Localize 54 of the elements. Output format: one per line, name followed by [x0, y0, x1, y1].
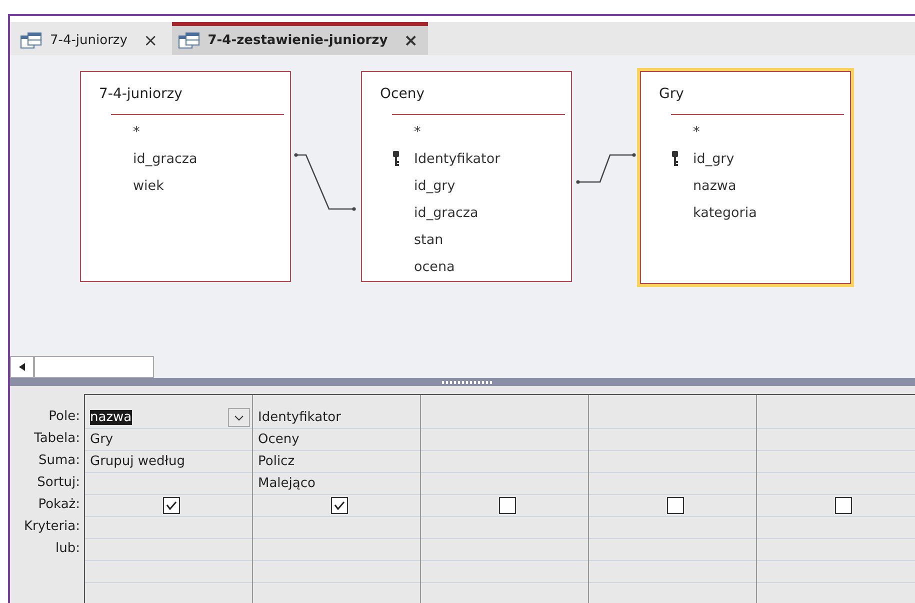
table-title: Gry: [658, 85, 685, 102]
show-checkbox[interactable]: [666, 497, 684, 514]
show-checkbox[interactable]: [162, 497, 180, 514]
field-name[interactable]: *: [693, 124, 700, 140]
field-name[interactable]: kategoria: [693, 204, 757, 221]
key-icon: [392, 151, 400, 166]
checkmark-icon: [334, 501, 344, 510]
checkmark-icon: [166, 501, 176, 510]
table-card[interactable]: Oceny * Identyfikator id_gry id_gracza stan ocena: [361, 71, 572, 282]
field-name[interactable]: id_gracza: [414, 204, 478, 221]
row-label: lub:: [56, 540, 80, 558]
table-card[interactable]: Gry * id_gry nazwa kategoria: [640, 71, 851, 284]
scroll-left-button[interactable]: [10, 356, 34, 378]
field-name[interactable]: id_gry: [414, 178, 456, 194]
table-card[interactable]: 7-4-juniorzy * id_gracza wiek: [80, 71, 291, 282]
row-label: Tabela:: [34, 430, 80, 448]
show-checkbox[interactable]: [834, 497, 852, 514]
field-name[interactable]: stan: [414, 232, 444, 248]
table-icon: [178, 32, 200, 50]
key-icon: [671, 151, 679, 166]
close-icon[interactable]: ×: [143, 30, 158, 51]
table-icon: [20, 32, 42, 50]
table-title: Oceny: [379, 85, 426, 102]
row-label: Pole:: [48, 408, 80, 426]
left-arrow-icon: [19, 363, 25, 372]
document-tab[interactable]: 7-4-zestawienie-juniorzy ×: [172, 22, 428, 56]
row-label: Sortuj:: [37, 474, 80, 492]
show-checkbox[interactable]: [498, 497, 516, 514]
row-label: Suma:: [38, 452, 80, 470]
show-checkbox[interactable]: [330, 497, 348, 514]
grid-cell[interactable]: Identyfikator: [253, 407, 420, 430]
grid-cell[interactable]: Policz: [253, 451, 420, 474]
field-name[interactable]: id_gracza: [133, 150, 198, 167]
document-tab[interactable]: 7-4-juniorzy ×: [14, 22, 168, 56]
field-name[interactable]: Identyfikator: [414, 150, 500, 167]
scrollbar-thumb[interactable]: [34, 356, 154, 378]
grid-cell[interactable]: nazwa: [85, 407, 252, 430]
field-name[interactable]: *: [133, 124, 140, 140]
field-name[interactable]: *: [414, 124, 421, 140]
dropdown-button[interactable]: [228, 408, 250, 428]
table-title: 7-4-juniorzy: [98, 85, 184, 102]
grid-cell[interactable]: Malejąco: [253, 473, 420, 496]
grid-cell[interactable]: Grupuj według: [85, 451, 252, 474]
row-label: Kryteria:: [24, 518, 80, 536]
row-label: Pokaż:: [38, 496, 80, 514]
grid-cell[interactable]: Gry: [85, 429, 252, 452]
field-name[interactable]: nazwa: [693, 178, 736, 194]
chevron-down-icon: [234, 414, 244, 421]
close-icon[interactable]: ×: [404, 30, 418, 51]
grid-cell[interactable]: Oceny: [253, 429, 420, 452]
field-name[interactable]: ocena: [414, 258, 455, 275]
field-name[interactable]: id_gry: [693, 150, 734, 167]
field-name[interactable]: wiek: [133, 178, 164, 194]
relationship-line: [294, 151, 356, 212]
